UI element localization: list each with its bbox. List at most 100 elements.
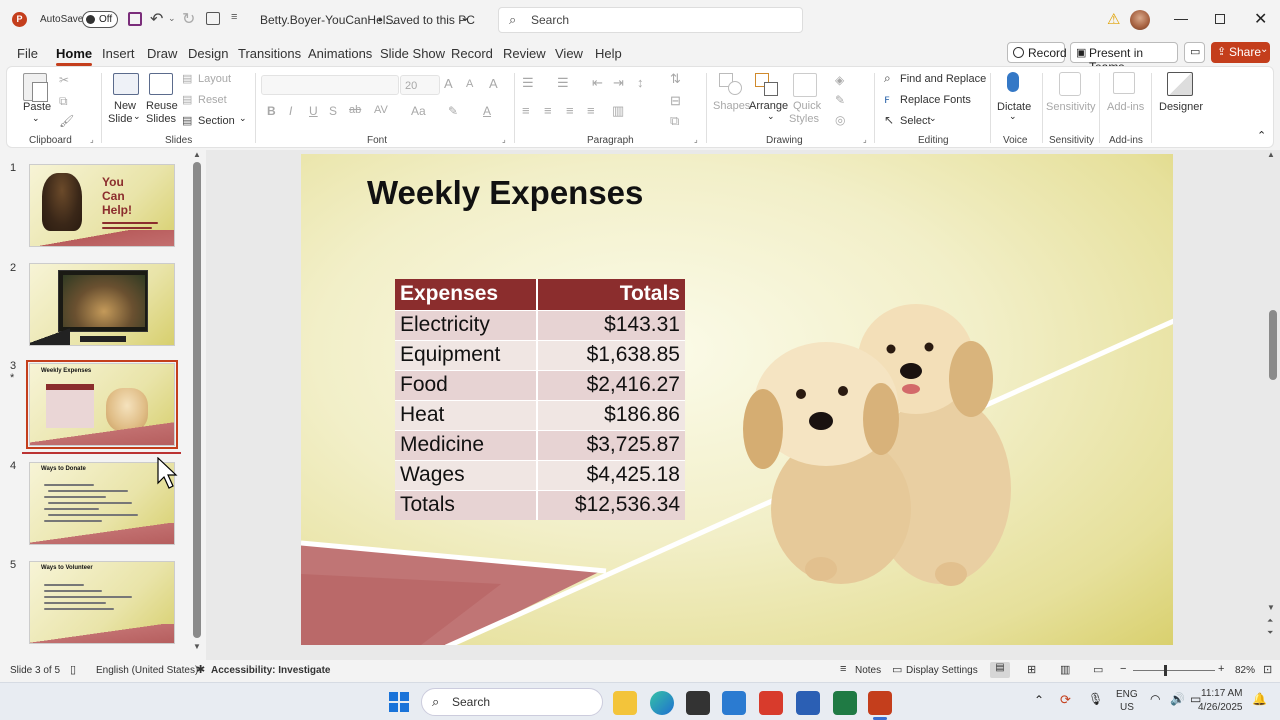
slideshow-view-icon[interactable]: ▭ (1093, 663, 1103, 676)
character-spacing-icon[interactable]: AV (374, 104, 388, 116)
excel-icon[interactable] (833, 691, 857, 715)
minimize-icon[interactable]: — (1174, 10, 1188, 26)
increase-indent-icon[interactable]: ⇥ (613, 75, 624, 91)
zoom-out-icon[interactable]: − (1120, 663, 1126, 675)
sync-icon[interactable]: ⟳ (1060, 692, 1071, 708)
shadow-icon[interactable]: S (329, 104, 337, 118)
addins-label[interactable]: Add-ins (1107, 101, 1144, 113)
replace-fonts-icon[interactable]: ꜰ (884, 92, 890, 106)
reuse-slides-label[interactable]: Reuse (146, 100, 178, 112)
autosave-toggle[interactable]: Off (82, 11, 118, 28)
volume-icon[interactable]: 🔊 (1170, 692, 1185, 706)
table-cell[interactable]: $186.86 (537, 399, 685, 430)
shape-fill-icon[interactable]: ◈ (835, 73, 844, 87)
notification-icon[interactable]: 🔔 (1252, 692, 1267, 706)
select-label[interactable]: Select (900, 115, 931, 127)
layout-label[interactable]: Layout (198, 73, 231, 85)
dialog-launcher-icon[interactable]: ⌟ (694, 135, 698, 144)
layout-icon[interactable]: ▤ (182, 72, 192, 85)
fit-slide-icon[interactable]: ⊡ (1263, 663, 1272, 676)
table-cell[interactable]: $1,638.85 (537, 339, 685, 370)
accessibility-icon[interactable]: ✱ (196, 663, 205, 676)
sensitivity-label[interactable]: Sensitivity (1046, 101, 1096, 113)
find-icon[interactable]: ⌕ (884, 71, 891, 86)
shape-effects-icon[interactable]: ◎ (835, 113, 845, 127)
microphone-tray-icon[interactable]: 🎙 (1088, 692, 1103, 706)
bullets-icon[interactable]: ☰ (522, 75, 534, 91)
arrange-icon[interactable] (755, 73, 781, 97)
highlight-icon[interactable]: ✎ (448, 104, 458, 118)
dialog-launcher-icon[interactable]: ⌟ (90, 135, 94, 144)
zoom-level[interactable]: 82% (1235, 665, 1255, 676)
table-cell[interactable]: Totals (395, 489, 538, 520)
scroll-up-icon[interactable]: ▲ (193, 150, 201, 159)
tab-slide-show[interactable]: Slide Show (380, 46, 445, 61)
scroll-down-icon[interactable]: ▼ (1267, 603, 1275, 612)
chevron-up-icon[interactable]: ⌃ (1034, 693, 1044, 707)
microphone-icon[interactable] (1007, 72, 1019, 92)
align-right-icon[interactable]: ≡ (566, 103, 574, 118)
shapes-icon[interactable] (719, 73, 745, 97)
italic-icon[interactable]: I (289, 104, 292, 118)
editor-scrollbar[interactable] (1269, 310, 1277, 380)
underline-icon[interactable]: U (309, 104, 318, 118)
quick-styles-label[interactable]: Quick (793, 100, 821, 112)
table-cell[interactable]: Heat (395, 399, 538, 430)
table-cell[interactable]: Food (395, 369, 538, 400)
thumbnail-slide-2[interactable] (29, 263, 175, 346)
windows-start-icon[interactable] (389, 692, 409, 712)
addins-icon[interactable] (1113, 72, 1135, 94)
notes-button[interactable]: Notes (855, 665, 881, 676)
zoom-slider[interactable] (1133, 670, 1215, 671)
chevron-down-icon[interactable]: ⌄ (767, 111, 775, 122)
clock-time[interactable]: 11:17 AM (1201, 688, 1243, 699)
collapse-ribbon-icon[interactable]: ⌃ (1257, 129, 1266, 142)
increase-font-icon[interactable]: A (444, 76, 453, 91)
thumbnail-slide-5[interactable]: Ways to Volunteer (29, 561, 175, 644)
maximize-icon[interactable] (1215, 14, 1225, 24)
table-cell[interactable]: $4,425.18 (537, 459, 685, 490)
sensitivity-icon[interactable] (1059, 72, 1081, 96)
slide-sorter-icon[interactable]: ⊞ (1027, 663, 1036, 676)
tab-animations[interactable]: Animations (308, 46, 372, 61)
language[interactable]: English (United States) (96, 665, 198, 676)
customize-toolbar-icon[interactable]: ≡ (231, 11, 237, 23)
slide-title[interactable]: Weekly Expenses (367, 174, 643, 212)
snagit-editor-icon[interactable] (759, 691, 783, 715)
change-case-icon[interactable]: Aa (411, 104, 426, 118)
chevron-down-icon[interactable]: ⌄ (1009, 111, 1017, 122)
notes-icon[interactable]: ≡ (840, 663, 846, 675)
table-cell[interactable]: Medicine (395, 429, 538, 460)
table-cell[interactable]: $12,536.34 (537, 489, 685, 520)
text-direction-icon[interactable]: ⇅ (670, 71, 681, 87)
paste-label[interactable]: Paste (23, 101, 51, 113)
tab-draw[interactable]: Draw (147, 46, 177, 61)
strikethrough-icon[interactable]: ab (349, 104, 361, 116)
save-icon[interactable] (128, 12, 142, 26)
format-painter-icon[interactable]: 🖌 (59, 114, 74, 128)
input-language[interactable]: ENG (1116, 689, 1138, 700)
tab-view[interactable]: View (555, 46, 583, 61)
table-cell[interactable]: $2,416.27 (537, 369, 685, 400)
scroll-down-icon[interactable]: ▼ (193, 642, 201, 651)
quick-styles-icon[interactable] (793, 73, 817, 97)
zoom-slider-thumb[interactable] (1164, 665, 1167, 676)
thumbnail-scrollbar[interactable] (193, 162, 201, 638)
chevron-down-icon[interactable]: ⌄ (460, 10, 470, 24)
record-button[interactable]: Record (1007, 42, 1067, 63)
present-from-start-icon[interactable] (206, 12, 220, 25)
chevron-down-icon[interactable]: ⌄ (32, 113, 40, 124)
store-icon[interactable] (686, 691, 710, 715)
file-name[interactable]: Betty.Boyer-YouCanHel... (260, 13, 395, 27)
table-cell[interactable]: Wages (395, 459, 538, 490)
thumbnail-slide-1[interactable]: You Can Help! (29, 164, 175, 247)
tab-insert[interactable]: Insert (102, 46, 135, 61)
scroll-up-icon[interactable]: ▲ (1267, 150, 1275, 159)
reading-view-icon[interactable]: ▥ (1060, 663, 1070, 676)
designer-label[interactable]: Designer (1159, 101, 1203, 113)
decrease-indent-icon[interactable]: ⇤ (592, 75, 603, 91)
line-spacing-icon[interactable]: ↕ (637, 75, 644, 90)
select-icon[interactable]: ↖ (884, 113, 894, 127)
reset-icon[interactable]: ▤ (182, 93, 192, 106)
clock-date[interactable]: 4/26/2025 (1198, 702, 1243, 713)
